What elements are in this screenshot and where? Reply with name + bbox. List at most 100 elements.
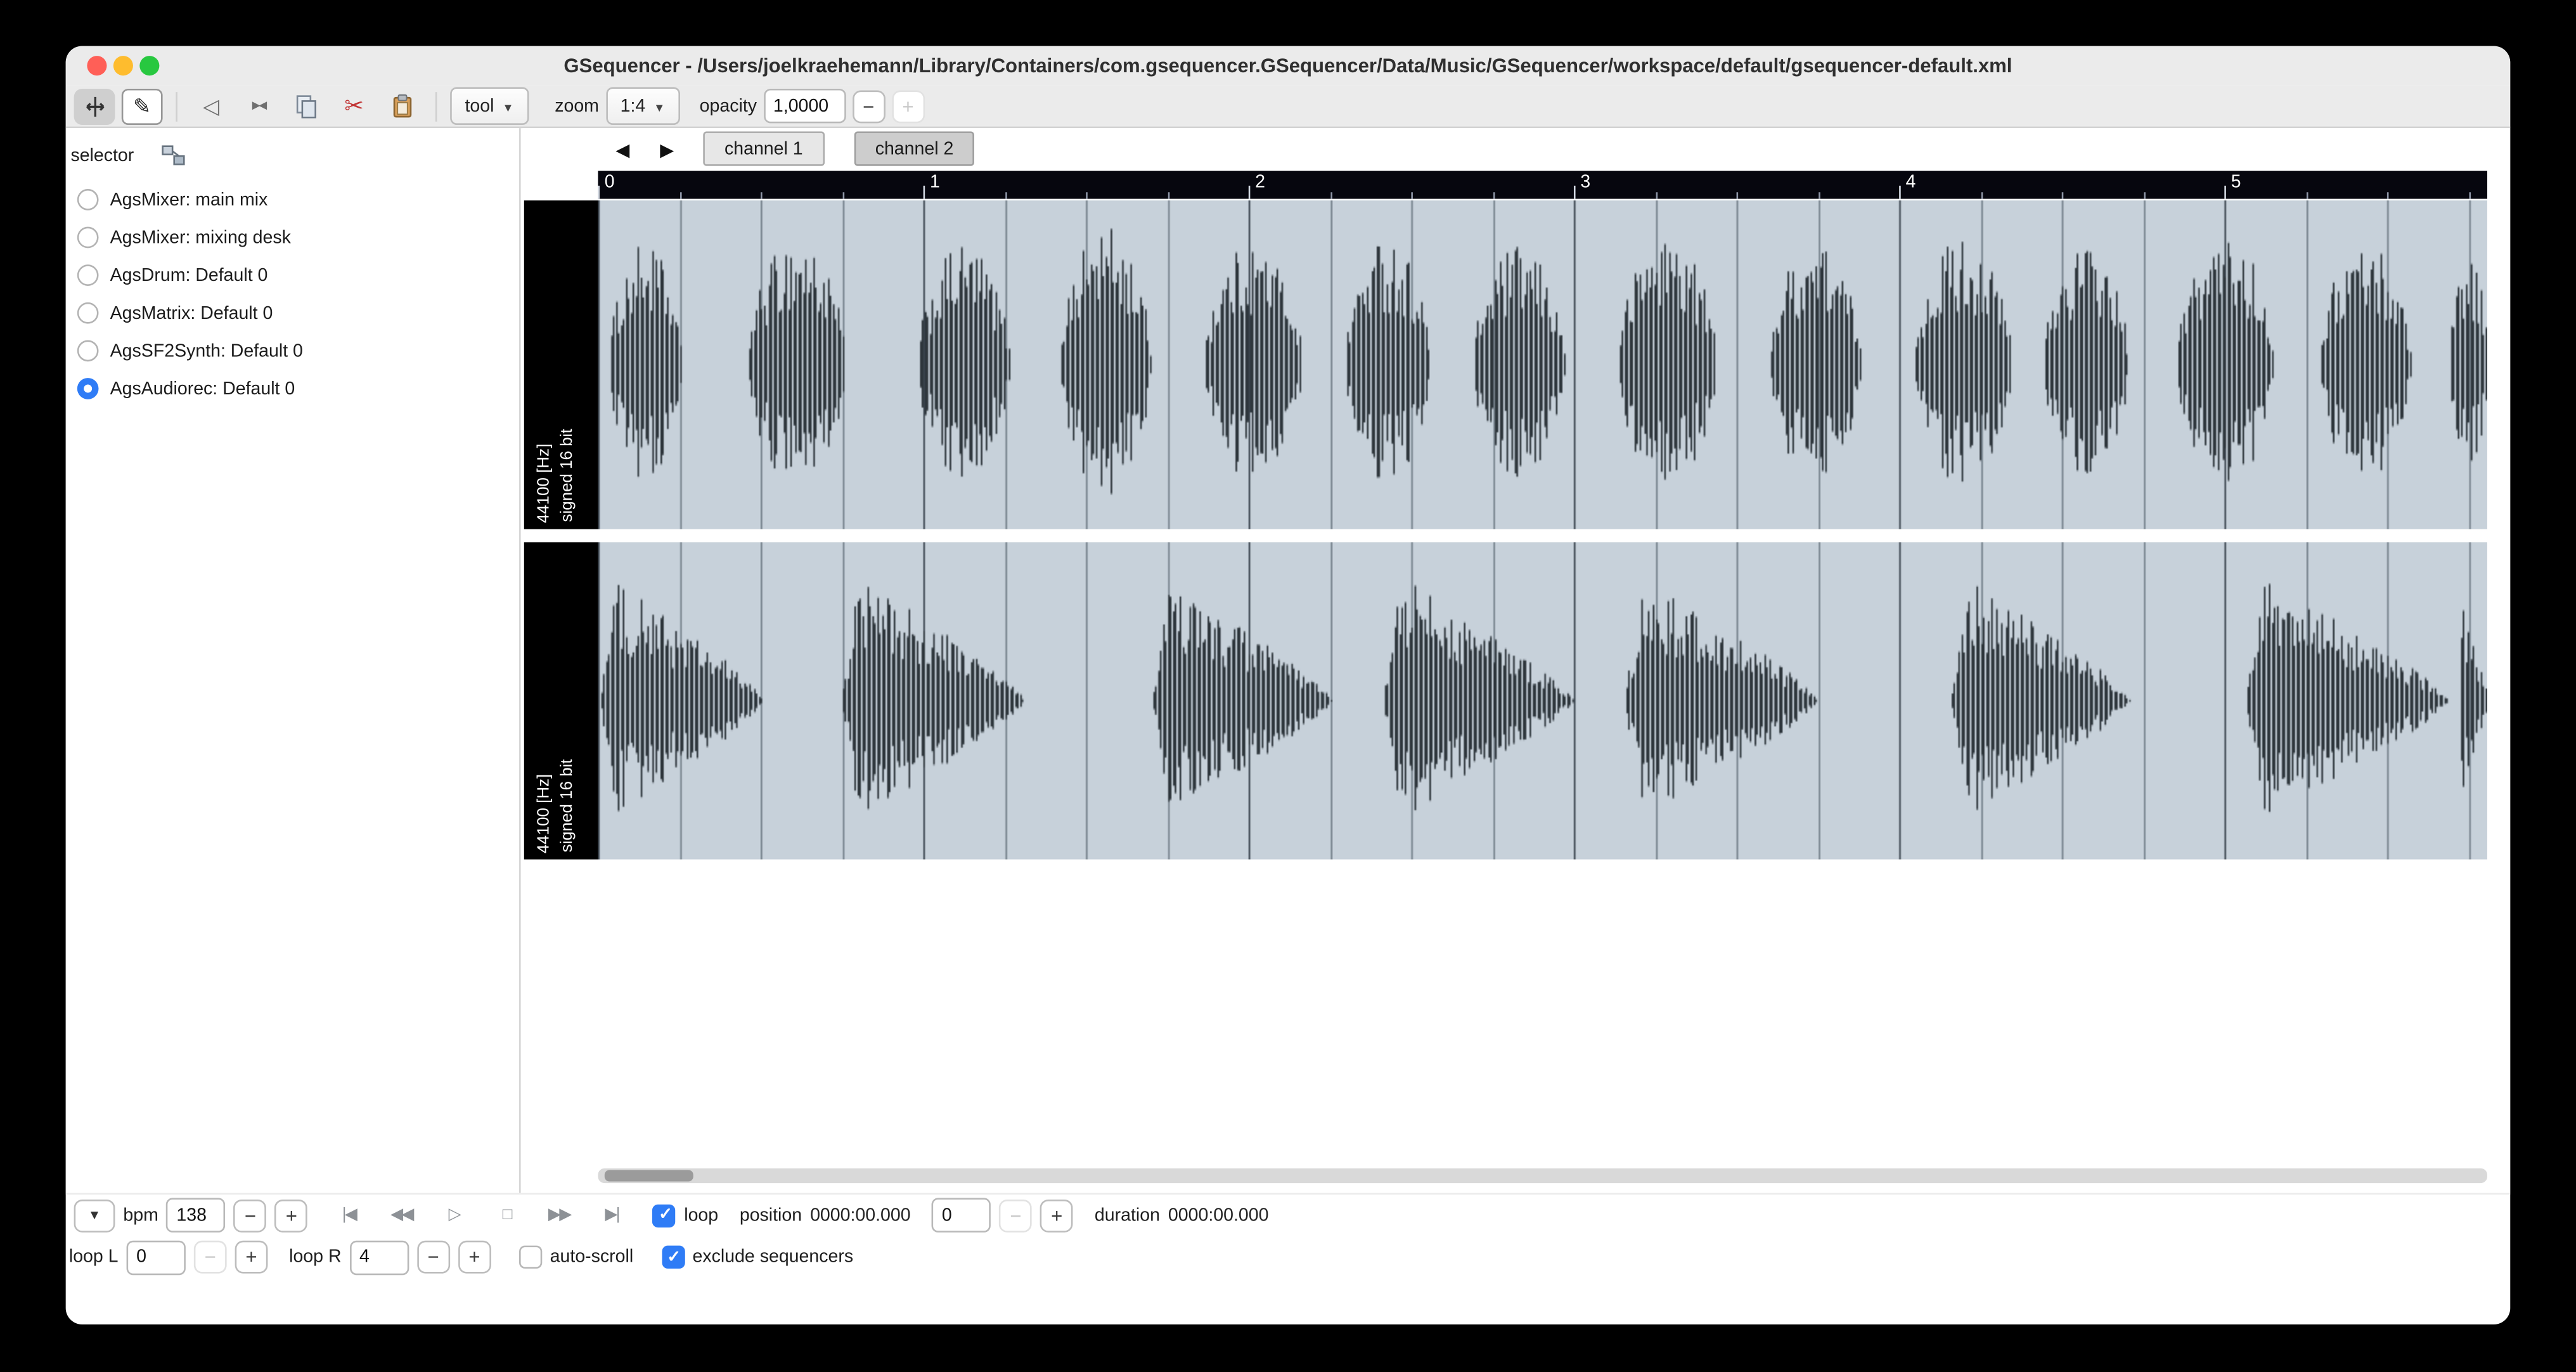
opacity-label: opacity bbox=[700, 96, 757, 116]
fast-forward-button[interactable]: ▶▶ bbox=[539, 1199, 579, 1232]
screen: GSequencer - /Users/joelkraehemann/Libra… bbox=[0, 0, 2576, 1372]
machine-radio-button[interactable] bbox=[77, 189, 99, 210]
scrollbar-thumb[interactable] bbox=[605, 1170, 693, 1181]
bpm-increment-button[interactable]: + bbox=[275, 1199, 308, 1232]
titlebar[interactable]: GSequencer - /Users/joelkraehemann/Libra… bbox=[66, 46, 2511, 86]
machine-label: AgsMixer: mixing desk bbox=[110, 228, 291, 247]
machine-label: AgsSF2Synth: Default 0 bbox=[110, 341, 303, 361]
loop-left-input[interactable]: 0 bbox=[127, 1240, 186, 1274]
opacity-increment-button[interactable]: + bbox=[892, 89, 925, 122]
zoom-select[interactable]: 1:4 bbox=[605, 87, 679, 125]
go-to-start-button[interactable]: |◀ bbox=[329, 1199, 368, 1232]
machine-radio-button[interactable] bbox=[77, 378, 99, 399]
invert-tool-button[interactable]: ◁ bbox=[191, 88, 232, 124]
machine-list: AgsMixer: main mix AgsMixer: mixing desk A… bbox=[66, 181, 519, 408]
bpm-decrement-button[interactable]: − bbox=[234, 1199, 267, 1232]
edit-tool-button[interactable]: ✎ bbox=[122, 88, 163, 124]
cut-button[interactable]: ✂ bbox=[333, 88, 375, 124]
ruler-tick bbox=[1168, 192, 1170, 198]
stop-button[interactable]: □ bbox=[487, 1199, 526, 1232]
machine-list-item[interactable]: AgsMixer: mixing desk bbox=[66, 219, 519, 257]
scroll-tabs-right-button[interactable]: ▶ bbox=[649, 133, 685, 166]
duration-label: duration bbox=[1095, 1205, 1160, 1225]
machine-radio-button[interactable] bbox=[77, 264, 99, 286]
machine-radio-button[interactable] bbox=[77, 340, 99, 362]
tab-channel-2[interactable]: channel 2 bbox=[854, 131, 975, 165]
paste-button[interactable] bbox=[381, 88, 422, 124]
chevron-down-icon: ▼ bbox=[88, 1208, 101, 1222]
position-increment-button[interactable]: + bbox=[1040, 1199, 1073, 1232]
machine-list-item[interactable]: AgsSF2Synth: Default 0 bbox=[66, 332, 519, 370]
machine-radio-button[interactable] bbox=[77, 227, 99, 249]
duration-value: 0000:00.000 bbox=[1168, 1205, 1269, 1225]
play-button[interactable]: ▷ bbox=[434, 1199, 473, 1232]
opacity-decrement-button[interactable]: − bbox=[852, 89, 885, 122]
ruler-tick bbox=[2144, 192, 2146, 198]
loop-left-decrement-button[interactable]: − bbox=[194, 1241, 227, 1274]
ruler-tick bbox=[1086, 192, 1088, 198]
minus-icon: − bbox=[428, 1246, 439, 1269]
loop-right-increment-button[interactable]: + bbox=[458, 1241, 491, 1274]
minus-icon: − bbox=[205, 1246, 216, 1269]
machine-list-item[interactable]: AgsAudiorec: Default 0 bbox=[66, 370, 519, 408]
loop-checkbox[interactable] bbox=[653, 1203, 676, 1226]
machine-list-item[interactable]: AgsMatrix: Default 0 bbox=[66, 294, 519, 332]
machine-label: AgsDrum: Default 0 bbox=[110, 266, 268, 285]
position-spin-value: 0 bbox=[942, 1205, 952, 1225]
selector-menu-button[interactable] bbox=[153, 139, 193, 171]
position-tool-button[interactable] bbox=[74, 88, 115, 124]
horizontal-scrollbar[interactable] bbox=[598, 1168, 2487, 1183]
gsequencer-window: GSequencer - /Users/joelkraehemann/Libra… bbox=[66, 46, 2511, 1324]
machine-radio-button[interactable] bbox=[77, 302, 99, 324]
scissors-icon: ✂ bbox=[344, 92, 363, 120]
select-tool-button[interactable]: ▸◂ bbox=[238, 88, 280, 124]
copy-button[interactable] bbox=[286, 88, 327, 124]
position-value: 0000:00.000 bbox=[810, 1205, 911, 1225]
ruler-tick bbox=[1411, 192, 1413, 198]
zoom-window-button[interactable] bbox=[139, 56, 159, 75]
selector-label: selector bbox=[70, 145, 134, 165]
track-2-samplerate-label: 44100 [Hz] bbox=[536, 773, 554, 853]
ruler-number: 2 bbox=[1255, 172, 1265, 192]
scroll-tabs-left-button[interactable]: ◀ bbox=[605, 133, 641, 166]
toolbar-separator bbox=[176, 91, 177, 121]
ruler-number: 1 bbox=[930, 172, 940, 192]
bpm-label: bpm bbox=[123, 1205, 158, 1225]
tab-channel-1[interactable]: channel 1 bbox=[703, 131, 824, 165]
exclude-sequencers-checkbox[interactable] bbox=[661, 1246, 684, 1269]
opacity-input[interactable]: 1,0000 bbox=[763, 89, 846, 123]
loop-right-decrement-button[interactable]: − bbox=[417, 1241, 450, 1274]
ruler-tick bbox=[843, 192, 845, 198]
machine-list-item[interactable]: AgsMixer: main mix bbox=[66, 181, 519, 219]
machine-label: AgsAudiorec: Default 0 bbox=[110, 379, 295, 398]
opacity-value: 1,0000 bbox=[773, 96, 828, 116]
selector-menu-icon bbox=[160, 144, 186, 167]
expander-button[interactable]: ▼ bbox=[74, 1199, 115, 1232]
bpm-input[interactable]: 138 bbox=[167, 1198, 226, 1232]
go-to-end-button[interactable]: ▶| bbox=[592, 1199, 631, 1232]
chevron-down-icon bbox=[654, 96, 665, 116]
footer-bar: loop L 0 − + loop R 4 − + auto-scroll ex… bbox=[66, 1236, 2511, 1278]
machine-list-item[interactable]: AgsDrum: Default 0 bbox=[66, 256, 519, 294]
loop-left-increment-button[interactable]: + bbox=[235, 1241, 268, 1274]
pencil-icon: ✎ bbox=[133, 93, 151, 119]
close-button[interactable] bbox=[87, 56, 106, 75]
ruler[interactable]: 012345 bbox=[598, 171, 2487, 199]
ruler-tick bbox=[2224, 186, 2226, 199]
ruler-tick bbox=[924, 186, 925, 199]
track-1-waveform-canvas[interactable] bbox=[598, 200, 2487, 529]
position-decrement-button[interactable]: − bbox=[1000, 1199, 1033, 1232]
position-icon bbox=[83, 94, 106, 117]
tool-menu-button[interactable]: tool bbox=[450, 87, 529, 125]
ruler-tick bbox=[1899, 186, 1901, 199]
minimize-button[interactable] bbox=[113, 56, 133, 75]
position-spin-input[interactable]: 0 bbox=[932, 1198, 991, 1232]
copy-icon bbox=[294, 94, 319, 119]
zoom-value: 1:4 bbox=[621, 96, 646, 116]
track-2-info-strip: 44100 [Hz] signed 16 bit bbox=[524, 542, 598, 859]
loop-label: loop bbox=[684, 1205, 718, 1225]
auto-scroll-checkbox[interactable] bbox=[518, 1246, 541, 1269]
loop-right-input[interactable]: 4 bbox=[349, 1240, 408, 1274]
track-2-waveform-canvas[interactable] bbox=[598, 542, 2487, 859]
rewind-button[interactable]: ◀◀ bbox=[382, 1199, 421, 1232]
